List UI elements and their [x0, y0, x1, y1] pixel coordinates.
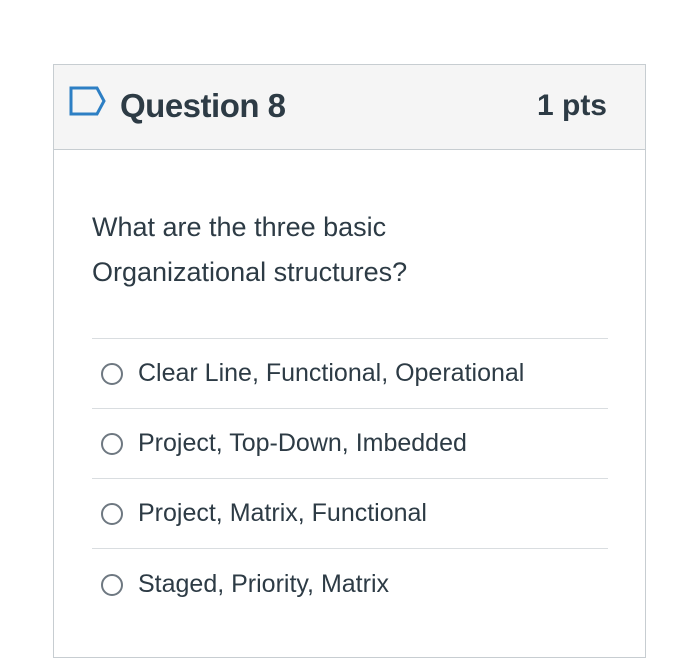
answer-option[interactable]: Clear Line, Functional, Operational — [92, 338, 608, 408]
answer-list: Clear Line, Functional, Operational Proj… — [92, 338, 608, 620]
question-header: Question 8 1 pts — [54, 65, 645, 150]
answer-label: Project, Matrix, Functional — [138, 499, 427, 527]
radio-button[interactable] — [101, 432, 123, 455]
answer-option[interactable]: Project, Top-Down, Imbedded — [92, 408, 608, 478]
radio-button[interactable] — [101, 502, 123, 525]
radio-button[interactable] — [101, 573, 123, 596]
answer-label: Project, Top-Down, Imbedded — [138, 429, 467, 457]
answer-option[interactable]: Staged, Priority, Matrix — [92, 548, 608, 620]
answer-label: Clear Line, Functional, Operational — [138, 359, 525, 387]
flag-outline-icon[interactable] — [69, 85, 107, 117]
radio-button[interactable] — [101, 362, 123, 385]
question-points: 1 pts — [536, 89, 607, 122]
question-title: Question 8 — [120, 87, 286, 124]
answer-label: Staged, Priority, Matrix — [138, 570, 390, 598]
question-text: What are the three basic Organizational … — [92, 212, 408, 287]
question-card: Question 8 1 pts What are the three basi… — [53, 64, 646, 658]
answer-option[interactable]: Project, Matrix, Functional — [92, 478, 608, 548]
